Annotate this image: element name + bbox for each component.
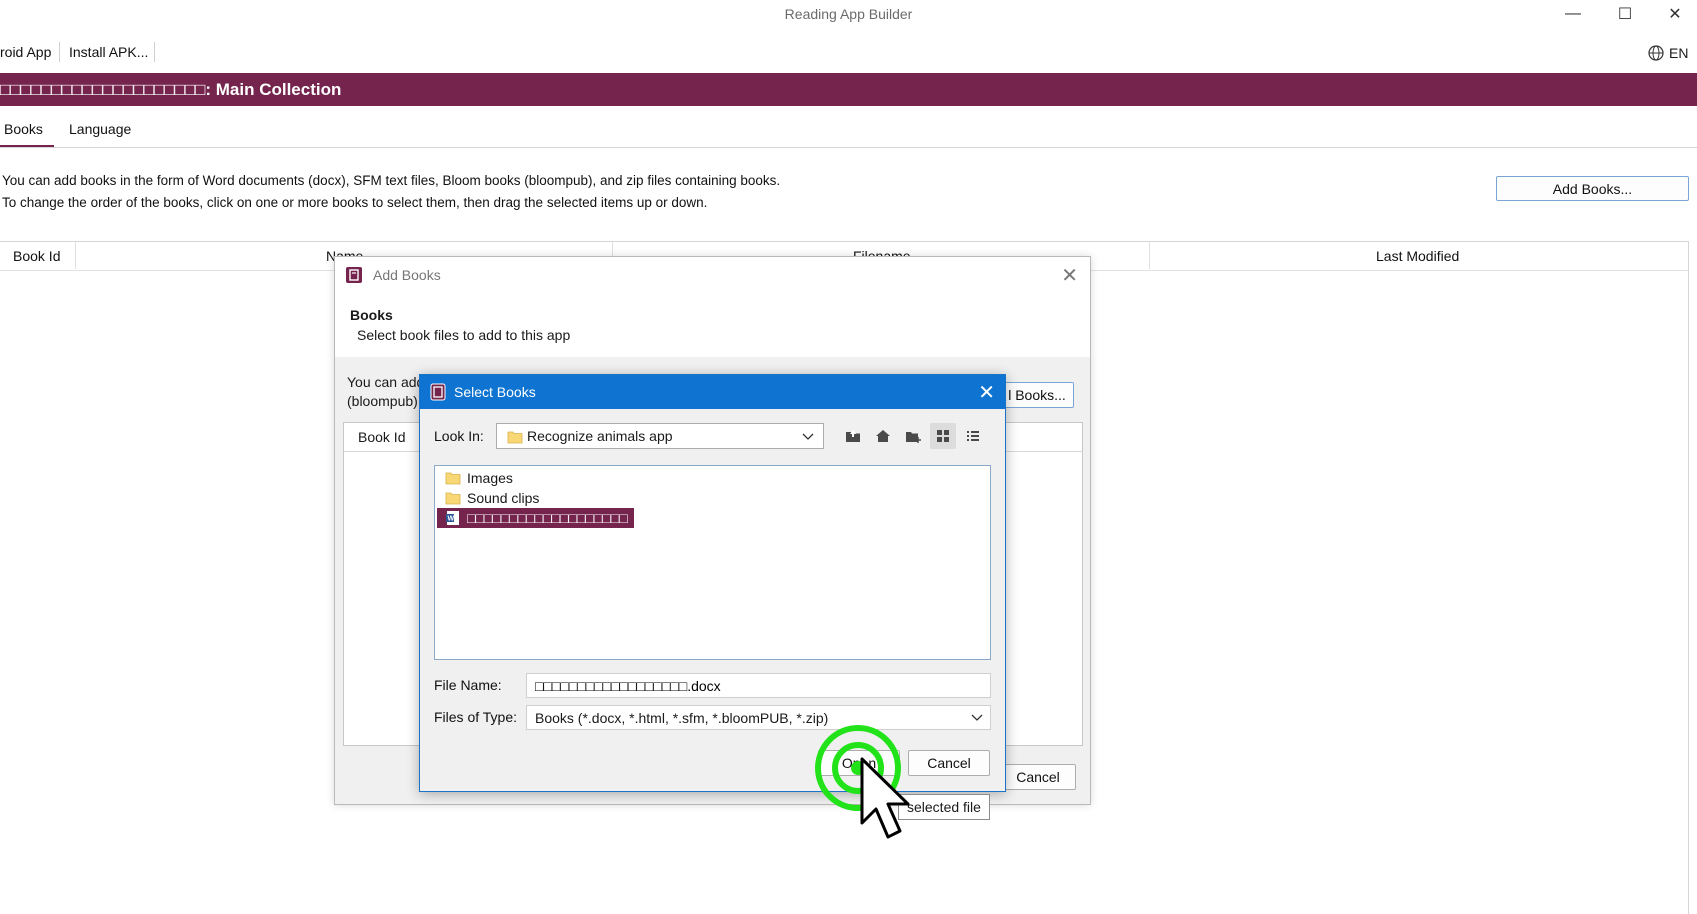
- add-books-button[interactable]: Add Books...: [1496, 176, 1689, 201]
- list-item-folder[interactable]: Sound clips: [437, 488, 545, 508]
- minimize-button[interactable]: —: [1550, 0, 1596, 28]
- home-icon[interactable]: [870, 423, 896, 449]
- look-in-dropdown[interactable]: Recognize animals app: [496, 423, 824, 449]
- list-item-selected-file[interactable]: W □□□□□□□□□□□□□□□□□□□: [437, 508, 634, 528]
- files-of-type-value: Books (*.docx, *.html, *.sfm, *.bloomPUB…: [535, 710, 829, 726]
- tab-books[interactable]: Books: [4, 121, 43, 137]
- mouse-cursor-icon: [860, 757, 910, 839]
- add-books-info-line-1: You can add: [347, 374, 425, 390]
- look-in-label: Look In:: [434, 428, 484, 444]
- files-of-type-label: Files of Type:: [434, 709, 518, 725]
- add-books-dialog-add-button[interactable]: l Books...: [1000, 382, 1074, 408]
- file-name: □□□□□□□□□□□□□□□□□□□: [467, 510, 628, 526]
- app-icon: [430, 383, 446, 404]
- chevron-down-icon: [971, 714, 983, 721]
- add-books-dialog-title: Add Books: [373, 267, 441, 283]
- word-document-icon: W: [446, 511, 459, 525]
- column-header-last-modified[interactable]: Last Modified: [1376, 248, 1459, 264]
- collection-banner: □□□□□□□□□□□□□□□□□□□□: Main Collection: [0, 73, 1697, 106]
- collection-title: □□□□□□□□□□□□□□□□□□□□: Main Collection: [0, 80, 342, 99]
- list-item-folder[interactable]: Images: [437, 468, 519, 488]
- up-folder-icon[interactable]: [840, 423, 866, 449]
- folder-icon: [445, 492, 461, 505]
- close-icon[interactable]: ✕: [978, 380, 995, 405]
- column-separator[interactable]: [75, 242, 76, 269]
- add-books-cancel-button[interactable]: Cancel: [1000, 764, 1076, 790]
- file-name: Sound clips: [467, 490, 540, 506]
- icon-view-icon[interactable]: [930, 423, 956, 449]
- file-list[interactable]: Images Sound clips W □□□□□□□□□□□□□□□□□□□: [434, 465, 991, 660]
- window-titlebar: Reading App Builder — ☐ ✕: [0, 0, 1697, 28]
- select-books-title: Select Books: [454, 384, 536, 400]
- language-selector[interactable]: EN: [1648, 42, 1688, 64]
- tab-language[interactable]: Language: [69, 121, 131, 137]
- look-in-value: Recognize animals app: [527, 428, 673, 444]
- chevron-down-icon: [802, 433, 814, 440]
- globe-icon: [1648, 45, 1664, 61]
- window-title: Reading App Builder: [784, 6, 913, 22]
- column-header-book-id[interactable]: Book Id: [358, 429, 405, 445]
- svg-text:W: W: [448, 516, 455, 523]
- select-books-dialog: Select Books ✕ Look In: Recognize animal…: [419, 374, 1006, 792]
- close-window-button[interactable]: ✕: [1652, 0, 1697, 28]
- menu-item-android-app[interactable]: roid App: [0, 44, 51, 60]
- menu-item-install-apk[interactable]: Install APK...: [69, 44, 148, 60]
- column-header-book-id[interactable]: Book Id: [13, 248, 60, 264]
- language-code: EN: [1669, 45, 1689, 61]
- select-books-titlebar: Select Books ✕: [420, 375, 1005, 409]
- file-name: Images: [467, 470, 513, 486]
- cancel-button[interactable]: Cancel: [908, 750, 990, 776]
- menu-separator: [154, 42, 155, 62]
- books-info-line-2: To change the order of the books, click …: [2, 195, 708, 210]
- files-of-type-dropdown[interactable]: Books (*.docx, *.html, *.sfm, *.bloomPUB…: [526, 705, 991, 730]
- add-books-heading: Books: [350, 307, 393, 323]
- column-separator[interactable]: [1149, 242, 1150, 269]
- tab-divider: [0, 147, 1697, 148]
- books-info-line-1: You can add books in the form of Word do…: [2, 173, 781, 188]
- menu-separator: [59, 42, 60, 62]
- file-name-label: File Name:: [434, 677, 502, 693]
- maximize-button[interactable]: ☐: [1602, 0, 1648, 28]
- close-icon[interactable]: ✕: [1061, 263, 1078, 288]
- folder-icon: [445, 472, 461, 485]
- file-name-input[interactable]: [526, 673, 991, 698]
- detail-view-icon[interactable]: [960, 423, 986, 449]
- new-folder-icon[interactable]: [900, 423, 926, 449]
- app-icon: [345, 266, 363, 287]
- folder-icon: [507, 431, 523, 444]
- add-books-subheading: Select book files to add to this app: [357, 327, 571, 343]
- add-books-info-line-2: (bloompub): [347, 393, 418, 409]
